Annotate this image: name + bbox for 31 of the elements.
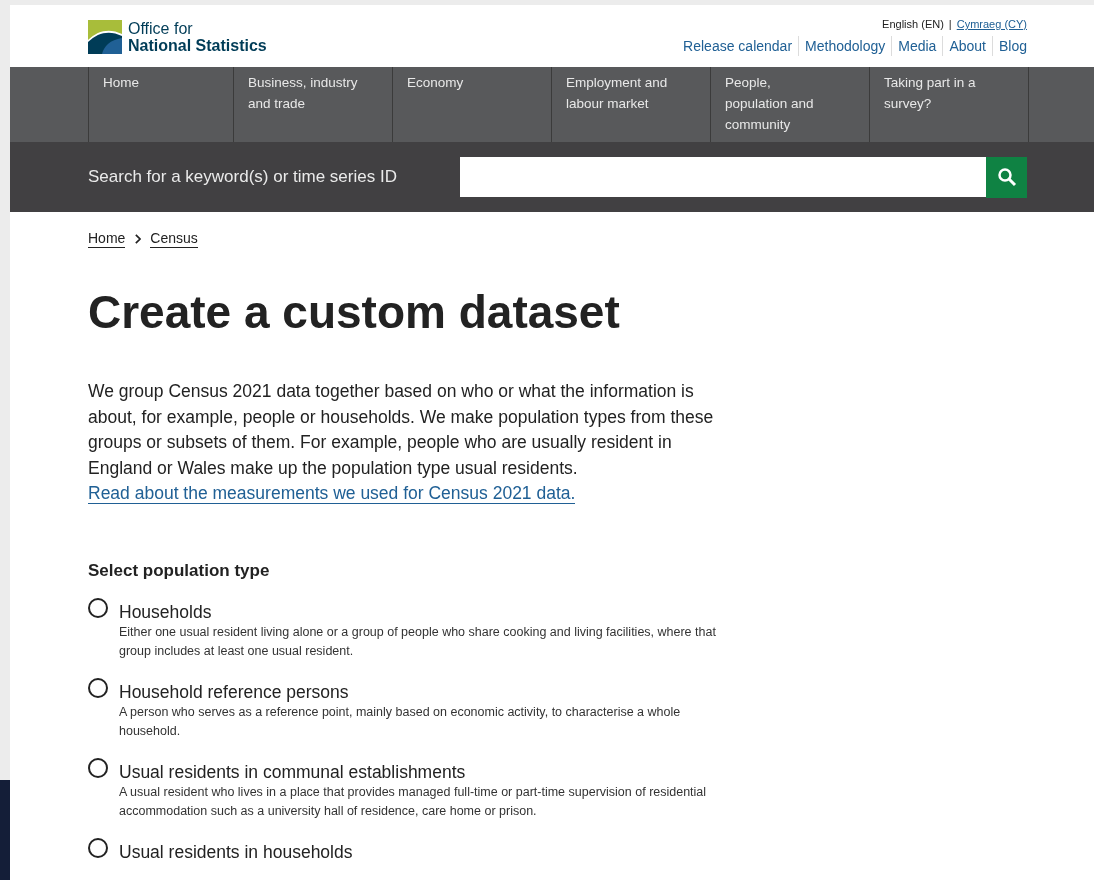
form-legend: Select population type [88,560,728,581]
radio-button[interactable] [88,677,108,698]
search-label: Search for a keyword(s) or time series ID [88,167,398,187]
option-label: Usual residents in households [119,840,354,863]
language-link[interactable]: Cymraeg (CY) [956,18,1027,30]
logo[interactable]: Office for National Statistics [88,18,267,56]
header-link[interactable]: Media [891,36,943,56]
search-button[interactable] [986,156,1027,198]
breadcrumb-link[interactable]: Census [150,230,198,248]
header-link[interactable]: About [942,36,992,56]
chevron-icon [134,234,142,244]
option-description: Either one usual resident living alone or a group of people who share cooking and living facilities, where that group includes at least one usual resident. [119,623,717,660]
separator-text: | [948,18,952,30]
header-link[interactable]: Methodology [798,36,892,56]
radio-button[interactable] [88,837,108,858]
breadcrumb-link[interactable]: Home [88,230,126,248]
intro-paragraph: We group Census 2021 data together based on who or what the information is about, for example, people or households. We make population types from these groups or subsets of them. For example, people who are usually resident in England or Wales make up the population type usual residents. Read about the measurements we used for Census 2021 data. [88,380,715,506]
option-label: Household reference persons [119,680,350,703]
option-label: Usual residents in communal establishments [119,760,467,783]
option-description: A usual resident who lives in a place that provides managed full-time or part-time supervision of residential accommodation such as a university hall of residence, care home or prison. [119,783,708,820]
page-title: Create a custom dataset [88,285,621,340]
search-field[interactable] [460,157,986,197]
read-more-link[interactable]: Read about the measurements we used for Census 2021 data. [88,483,576,504]
option-label: Households [119,600,213,623]
option-description: A person who serves as a reference point, mainly based on economic activity, to characterise a whole household. [119,703,682,740]
radio-button[interactable] [88,757,108,778]
language-link[interactable]: English (EN) [882,18,944,30]
radio-button[interactable] [88,597,108,618]
header-link[interactable]: Blog [991,36,1027,56]
header-link[interactable]: Release calendar [677,36,799,56]
search-icon [996,167,1017,187]
